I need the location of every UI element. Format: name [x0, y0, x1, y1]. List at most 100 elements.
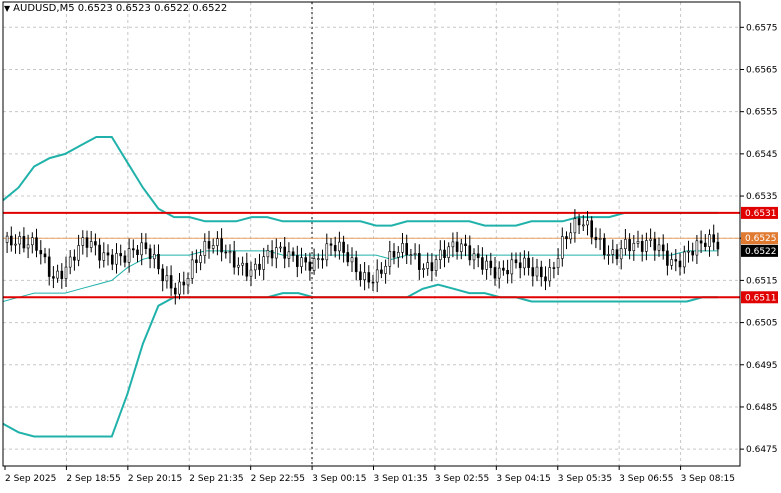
candle-body [144, 242, 148, 250]
price-label: 0.6495 [746, 361, 778, 371]
candle-body [581, 224, 585, 227]
candle-body [279, 246, 282, 249]
candle-body [695, 240, 699, 256]
candle-body [186, 277, 190, 286]
candle-body [43, 253, 47, 258]
candle-body [565, 236, 568, 240]
chart-window[interactable]: 2 Sep 2025 2 Sep 18:55 2 Sep 20:15 2 Sep 21… [0, 0, 781, 489]
candle-body [254, 263, 257, 271]
candle-body [531, 267, 535, 277]
candle-body [237, 264, 240, 268]
candle-body [548, 267, 552, 282]
candle-body [73, 256, 76, 261]
candle-body [329, 243, 333, 246]
candle-body [161, 268, 164, 282]
candle-body [321, 258, 324, 261]
candle-body [472, 253, 476, 261]
candle-body [287, 251, 291, 259]
time-label: 2 Sep 22:55 [251, 474, 305, 484]
candle-body [316, 258, 320, 260]
candle-body [703, 242, 707, 247]
candle-body [216, 238, 219, 246]
candle-body [493, 267, 497, 279]
candle-body [417, 253, 421, 270]
candle-body [232, 251, 236, 268]
candle-body [430, 262, 434, 272]
candle-body [342, 241, 345, 253]
candle-body [266, 250, 270, 258]
candle-body [481, 257, 484, 270]
time-label: 2 Sep 18:55 [66, 474, 120, 484]
price-label: 0.6485 [746, 403, 778, 413]
candle-body [649, 238, 652, 241]
candle-body [560, 236, 564, 259]
candle-body [174, 287, 177, 295]
candle-body [308, 261, 312, 271]
candle-body [300, 257, 303, 267]
candle-body [98, 244, 101, 261]
candle-body [111, 254, 114, 265]
candle-body [611, 249, 615, 255]
candle-body [577, 218, 581, 226]
price-chart[interactable]: 2 Sep 2025 2 Sep 18:55 2 Sep 20:15 2 Sep 21… [0, 0, 781, 489]
candle-body [708, 234, 711, 247]
support-price-tag: 0.6511 [745, 293, 777, 303]
candle-body [102, 252, 106, 261]
candle-body [527, 257, 530, 268]
candle-body [359, 271, 362, 280]
candle-body [489, 260, 493, 268]
candle-body [249, 269, 253, 277]
price-label: 0.6515 [746, 276, 778, 286]
candle-body [426, 262, 430, 269]
candle-body [682, 251, 686, 268]
candle-body [666, 250, 669, 266]
candle-body [283, 246, 287, 259]
candle-body [338, 241, 341, 252]
price-tags: 0.6531 0.6525 0.6522 0.6511 [741, 206, 778, 304]
candle-body [476, 253, 480, 258]
candle-body [384, 265, 387, 274]
candle-body [136, 249, 139, 255]
current-price-tag: 0.6522 [745, 247, 777, 257]
price-label: 0.6535 [746, 192, 778, 202]
candle-body [607, 254, 610, 256]
candle-body [615, 249, 619, 260]
price-label: 0.6505 [746, 319, 778, 329]
candle-body [115, 253, 118, 265]
candle-body [165, 275, 169, 282]
candle-body [556, 258, 560, 268]
candle-body [699, 240, 703, 244]
time-label: 3 Sep 02:55 [435, 474, 489, 484]
candle-body [35, 237, 38, 251]
time-label: 3 Sep 04:15 [496, 474, 550, 484]
candle-body [148, 248, 152, 259]
candle-body [438, 249, 442, 260]
candle-body [687, 250, 690, 253]
candle-body [598, 238, 602, 241]
candle-body [632, 243, 636, 252]
candle-body [68, 256, 72, 268]
candle-body [52, 276, 55, 279]
candle-body [645, 240, 648, 252]
candle-body [18, 236, 22, 245]
time-label: 2 Sep 20:15 [128, 474, 182, 484]
candle-body [270, 250, 274, 259]
candle-body [670, 259, 673, 266]
bollinger-lower-band [2, 283, 718, 438]
candle-body [573, 218, 577, 234]
candle-body [569, 232, 573, 240]
triangle-down-icon[interactable]: ▼ [4, 4, 10, 13]
candle-body [468, 245, 472, 261]
candle-body [333, 245, 337, 252]
candle-body [228, 251, 232, 254]
bollinger-bands [2, 136, 718, 438]
candle-body [291, 251, 295, 256]
candle-body [367, 272, 371, 283]
candle-body [447, 246, 451, 258]
candle-body [241, 262, 244, 266]
candle-body [413, 253, 417, 255]
candle-body [539, 266, 543, 278]
candle-body [77, 245, 80, 261]
candle-body [195, 259, 198, 263]
candle-body [94, 241, 97, 246]
